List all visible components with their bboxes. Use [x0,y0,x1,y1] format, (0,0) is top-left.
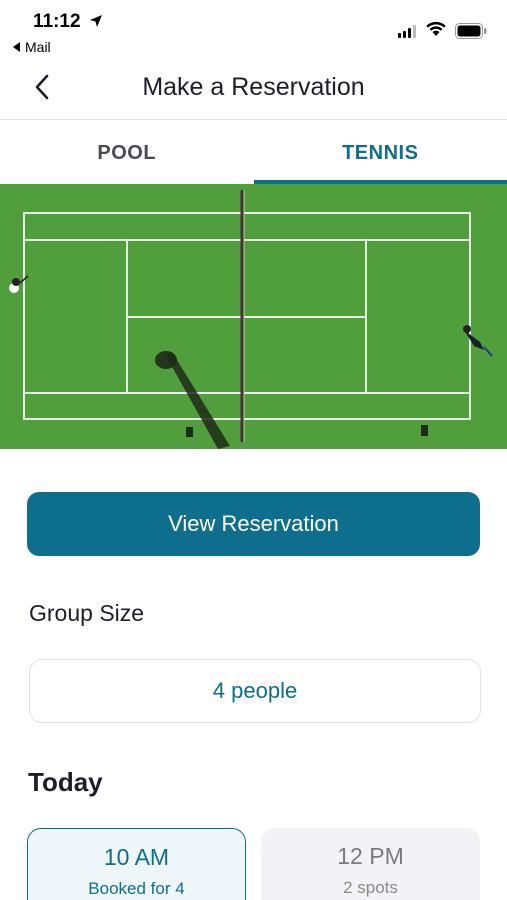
view-reservation-button[interactable]: View Reservation [27,492,480,556]
slot-detail: 2 spots [343,878,398,897]
back-to-app-link[interactable]: Mail [13,39,51,55]
nav-header: Make a Reservation [0,62,507,120]
slot-detail: Booked for 4 [88,879,185,898]
status-bar: 11:12 Mail [0,0,507,62]
court-illustration [0,184,507,449]
tab-pool[interactable]: POOL [0,121,254,184]
group-size-selector[interactable]: 4 people [29,659,481,723]
time-slot-12pm[interactable]: 12 PM 2 spots [261,828,480,900]
time-slot-10am[interactable]: 10 AM Booked for 4 [27,828,246,900]
tennis-court-image [0,184,507,449]
location-arrow-icon [90,15,102,27]
slot-time: 10 AM [103,844,170,870]
signal-icon [398,25,416,38]
back-app-label: Mail [25,39,51,55]
tab-tennis[interactable]: TENNIS [253,121,507,184]
slot-time: 12 PM [337,843,404,869]
battery-icon [455,23,487,39]
day-heading: Today [28,767,103,797]
page-title: Make a Reservation [142,73,365,101]
status-time: 11:12 [33,11,81,32]
wifi-icon [426,21,446,36]
group-size-label: Group Size [29,600,145,626]
back-triangle-icon [13,42,20,52]
facility-tabs: POOL TENNIS [0,121,507,184]
